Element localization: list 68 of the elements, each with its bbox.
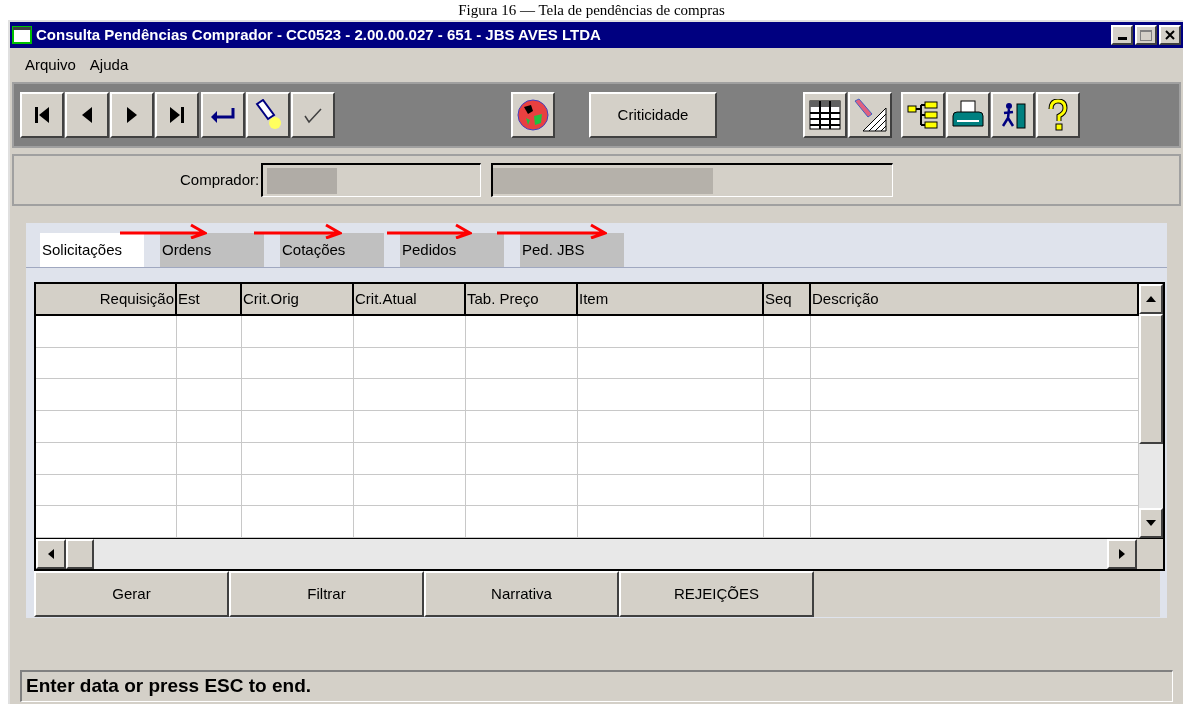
tab[interactable]: Ped. JBS (520, 233, 624, 267)
up-arrow-icon (1146, 296, 1156, 302)
globe-icon (516, 98, 550, 132)
column-header[interactable]: Requisição (36, 284, 177, 314)
criticidade-button[interactable]: Criticidade (589, 92, 717, 138)
menu-item[interactable]: Ajuda (89, 53, 129, 77)
column-header[interactable]: Crit.Atual (354, 284, 466, 314)
menu-item[interactable]: Arquivo (25, 53, 76, 77)
exit-button[interactable] (991, 92, 1035, 138)
minimize-icon (1117, 37, 1127, 40)
enter-button[interactable] (201, 92, 245, 138)
previous-icon (81, 105, 93, 125)
last-record-icon (169, 105, 185, 125)
window-icon (12, 26, 32, 44)
redacted-block (267, 167, 338, 194)
column-header[interactable]: Est (177, 284, 242, 314)
close-button[interactable] (1159, 25, 1181, 45)
tab[interactable]: Solicitações (40, 233, 144, 267)
pencil-ruler-icon (853, 98, 887, 132)
globe-button[interactable] (511, 92, 555, 138)
scroll-thumb[interactable] (1139, 314, 1163, 444)
confirm-button[interactable] (291, 92, 335, 138)
table-icon (809, 100, 841, 130)
status-message: Enter data or press ESC to end. (26, 674, 312, 699)
column-header[interactable]: Crit.Orig (242, 284, 354, 314)
maximize-icon (1140, 29, 1152, 41)
question-mark-icon (1047, 99, 1069, 131)
previous-record-button[interactable] (65, 92, 109, 138)
tab[interactable]: Pedidos (400, 233, 504, 267)
window-title: Consulta Pendências Comprador - CC0523 - 2.00.00.027 - 651 - JBS AVES LTDA (36, 24, 602, 45)
figure-caption: Figura 16 — Tela de pendências de compras (458, 3, 725, 20)
scroll-thumb[interactable] (66, 539, 94, 569)
return-arrow-icon (209, 106, 237, 124)
tree-icon (907, 101, 939, 129)
first-record-button[interactable] (20, 92, 64, 138)
horizontal-scrollbar[interactable] (36, 539, 1137, 569)
tree-button[interactable] (901, 92, 945, 138)
tab[interactable]: Cotações (280, 233, 384, 267)
down-arrow-icon (1146, 520, 1156, 526)
help-button[interactable] (1036, 92, 1080, 138)
action-button[interactable]: Filtrar (229, 571, 424, 617)
comprador-name-field[interactable] (491, 163, 894, 197)
print-button[interactable] (946, 92, 990, 138)
first-record-icon (34, 105, 50, 125)
column-header[interactable]: Tab. Preço (466, 284, 578, 314)
flashlight-icon (254, 99, 282, 131)
search-button[interactable] (246, 92, 290, 138)
last-record-button[interactable] (155, 92, 199, 138)
tab[interactable]: Ordens (160, 233, 264, 267)
left-arrow-icon (48, 549, 54, 559)
next-record-button[interactable] (110, 92, 154, 138)
close-icon (1165, 30, 1175, 40)
grid-button[interactable] (803, 92, 847, 138)
running-person-door-icon (999, 100, 1027, 130)
minimize-button[interactable] (1111, 25, 1133, 45)
vertical-scrollbar[interactable] (1139, 284, 1163, 538)
comprador-code-field[interactable] (261, 163, 482, 197)
maximize-button[interactable] (1135, 25, 1157, 45)
printer-icon (951, 100, 985, 130)
comprador-label: Comprador: (180, 169, 260, 190)
action-button[interactable]: REJEIÇÕES (619, 571, 814, 617)
right-arrow-icon (1119, 549, 1125, 559)
action-button[interactable]: Narrativa (424, 571, 619, 617)
action-button[interactable]: Gerar (34, 571, 229, 617)
column-header[interactable]: Item (578, 284, 764, 314)
edit-button[interactable] (848, 92, 892, 138)
next-icon (126, 105, 138, 125)
column-header[interactable]: Seq (764, 284, 811, 314)
